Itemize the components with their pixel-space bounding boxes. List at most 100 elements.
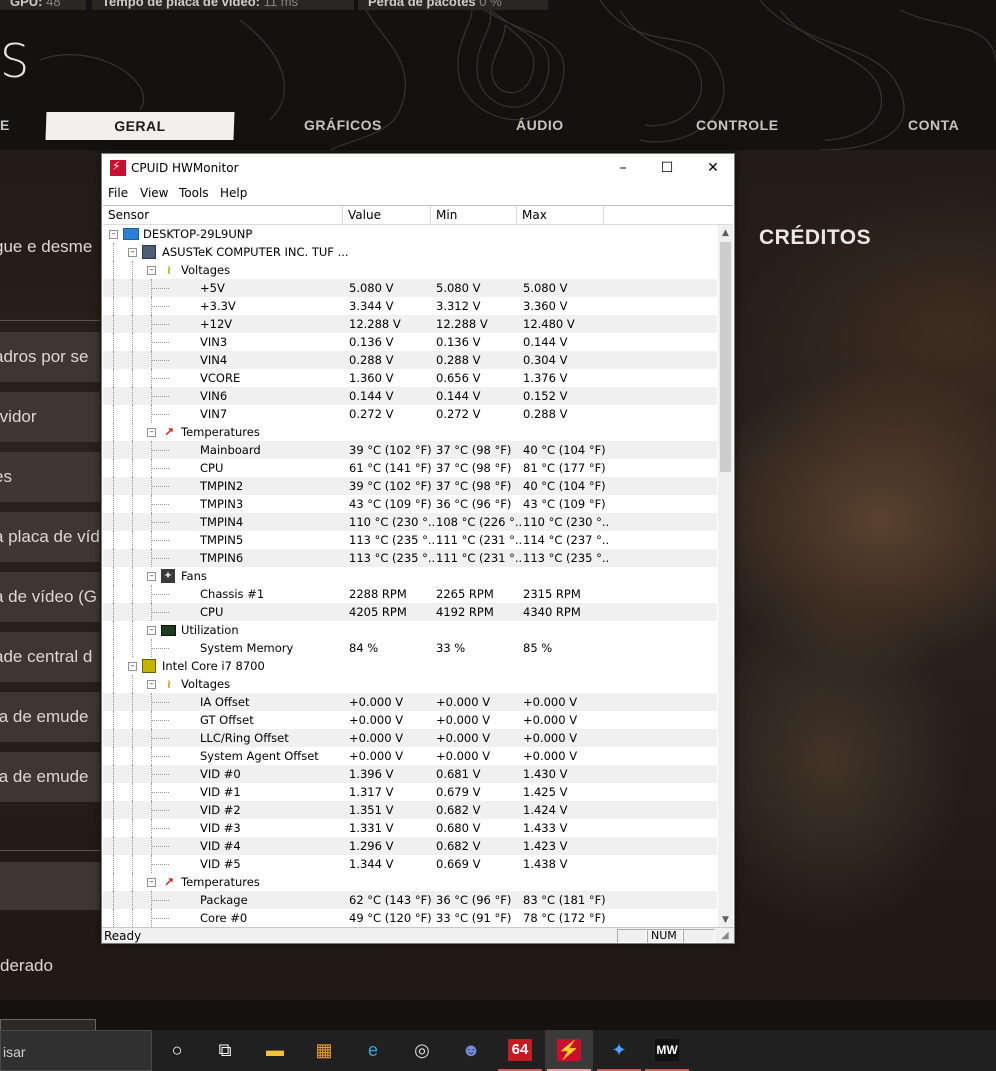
sensor-row[interactable]: TMPIN4 110 °C (230 °... 108 °C (226 °... 11… [103,513,717,531]
sidebar-item[interactable]: es [0,452,100,502]
column-sensor[interactable]: Sensor [103,206,343,224]
collapse-toggle-icon[interactable]: – [147,266,156,275]
menu-help[interactable]: Help [220,186,247,200]
sensor-row[interactable]: VID #4 1.296 V 0.682 V 1.423 V [103,837,717,855]
sensor-name: +12V [200,317,233,331]
taskbar-button[interactable]: ✦ [595,1030,643,1071]
close-button[interactable]: ✕ [690,154,736,183]
column-max[interactable]: Max [517,206,604,224]
sensor-row[interactable]: CPU 4205 RPM 4192 RPM 4340 RPM [103,603,717,621]
sensor-row[interactable]: GT Offset +0.000 V +0.000 V +0.000 V [103,711,717,729]
taskbar-button[interactable]: ▬ [251,1030,299,1071]
maximize-button[interactable]: ☐ [644,154,690,183]
collapse-toggle-icon[interactable]: – [147,626,156,635]
sidebar-item[interactable]: gue e desme [0,222,100,272]
hwmonitor-app-icon[interactable] [110,159,126,176]
tab-controle[interactable]: CONTROLE [696,117,779,133]
sensor-row[interactable]: +3.3V 3.344 V 3.312 V 3.360 V [103,297,717,315]
sensor-row[interactable]: System Agent Offset +0.000 V +0.000 V +0.00… [103,747,717,765]
sidebar-item[interactable]: rvidor [0,392,100,442]
menu-file[interactable]: File [108,186,128,200]
sensor-row[interactable]: VID #0 1.396 V 0.681 V 1.430 V [103,765,717,783]
sensor-row[interactable]: VIN3 0.136 V 0.136 V 0.144 V [103,333,717,351]
vertical-scrollbar[interactable]: ▲ ▼ [718,225,733,927]
sensor-row[interactable]: LLC/Ring Offset +0.000 V +0.000 V +0.000 V [103,729,717,747]
collapse-toggle-icon[interactable]: – [147,572,156,581]
sensor-row[interactable]: TMPIN2 39 °C (102 °F) 37 °C (98 °F) 40 °C (… [103,477,717,495]
sensor-row[interactable]: VIN4 0.288 V 0.288 V 0.304 V [103,351,717,369]
collapse-toggle-icon[interactable]: – [147,428,156,437]
sensor-row[interactable]: VID #1 1.317 V 0.679 V 1.425 V [103,783,717,801]
column-min[interactable]: Min [431,206,517,224]
taskbar-button[interactable]: ○ [153,1030,201,1071]
sidebar-item-blank[interactable] [0,862,100,910]
scroll-thumb[interactable] [720,242,731,472]
sensor-row[interactable]: VCORE 1.360 V 0.656 V 1.376 V [103,369,717,387]
sensor-row[interactable]: TMPIN3 43 °C (109 °F) 36 °C (96 °F) 43 °C (… [103,495,717,513]
taskbar-button[interactable]: ▦ [300,1030,348,1071]
sensor-row[interactable]: TMPIN6 113 °C (235 °... 111 °C (231 °... 11… [103,549,717,567]
sensor-row[interactable]: System Memory 84 % 33 % 85 % [103,639,717,657]
scroll-down-icon[interactable]: ▼ [718,912,733,927]
sensor-group-row[interactable]: – ↗ Temperatures [103,873,717,891]
sensor-row[interactable]: VIN6 0.144 V 0.144 V 0.152 V [103,387,717,405]
sensor-group-row[interactable]: – ✦ Fans [103,567,717,585]
tree-line [132,675,133,693]
sensor-row[interactable]: +12V 12.288 V 12.288 V 12.480 V [103,315,717,333]
collapse-toggle-icon[interactable]: – [147,680,156,689]
taskbar-button[interactable]: MW [643,1030,691,1071]
sensor-row[interactable]: Package 62 °C (143 °F) 36 °C (96 °F) 83 °C … [103,891,717,909]
sensor-row[interactable]: VID #2 1.351 V 0.682 V 1.424 V [103,801,717,819]
taskbar-button[interactable]: ⚡ [545,1030,593,1071]
tab-geral[interactable]: GERAL [45,112,235,140]
sensor-group-row[interactable]: – ↗ Temperatures [103,423,717,441]
collapse-toggle-icon[interactable]: – [128,662,137,671]
sensor-row[interactable]: Core #0 49 °C (120 °F) 33 °C (91 °F) 78 °C … [103,909,717,927]
tab-partial[interactable]: E [0,117,10,133]
sensor-row[interactable]: +5V 5.080 V 5.080 V 5.080 V [103,279,717,297]
sidebar-item[interactable]: a placa de víd [0,512,100,562]
sidebar-item-moderado[interactable]: derado [0,956,53,976]
resize-grip-icon[interactable]: ◢ [721,931,732,942]
sensor-row[interactable]: Mainboard 39 °C (102 °F) 37 °C (98 °F) 40 °… [103,441,717,459]
sidebar-item[interactable]: adros por se [0,332,100,382]
taskbar-search-box[interactable]: isar [0,1030,152,1071]
collapse-toggle-icon[interactable]: – [109,230,118,239]
taskbar-button[interactable]: ◎ [398,1030,446,1071]
taskbar-button[interactable]: ⧉ [201,1030,249,1071]
minimize-button[interactable]: – [600,154,646,183]
menu-view[interactable]: View [140,186,168,200]
sidebar-item[interactable]: a de vídeo (G [0,572,100,622]
tab-audio[interactable]: ÁUDIO [516,117,564,133]
sidebar-item[interactable]: ta de emude [0,692,100,742]
tab-graficos[interactable]: GRÁFICOS [304,117,382,133]
sensor-row[interactable]: VID #5 1.344 V 0.669 V 1.438 V [103,855,717,873]
taskbar-button[interactable]: e [349,1030,397,1071]
title-bar[interactable]: CPUID HWMonitor – ☐ ✕ [102,154,734,183]
sidebar-item[interactable]: ade central d [0,632,100,682]
device-row[interactable]: – Intel Core i7 8700 [103,657,717,675]
tree-line [113,495,114,513]
sensor-row[interactable]: Chassis #1 2288 RPM 2265 RPM 2315 RPM [103,585,717,603]
sensor-row[interactable]: VID #3 1.331 V 0.680 V 1.433 V [103,819,717,837]
taskbar-button[interactable]: 64 [496,1030,544,1071]
sensor-row[interactable]: CPU 61 °C (141 °F) 37 °C (98 °F) 81 °C (177… [103,459,717,477]
sensor-group-row[interactable]: – Utilization [103,621,717,639]
column-value[interactable]: Value [343,206,431,224]
sensor-row[interactable]: TMPIN5 113 °C (235 °... 111 °C (231 °... 11… [103,531,717,549]
tab-conta[interactable]: CONTA [908,117,959,133]
credits-heading[interactable]: CRÉDITOS [759,226,871,250]
device-row[interactable]: – ASUSTeK COMPUTER INC. TUF ... [103,243,717,261]
sensor-row[interactable]: VIN7 0.272 V 0.272 V 0.288 V [103,405,717,423]
sidebar-item[interactable]: ta de emude [0,752,100,802]
sensor-group-row[interactable]: – ≀ Voltages [103,675,717,693]
sensor-row[interactable]: IA Offset +0.000 V +0.000 V +0.000 V [103,693,717,711]
device-row[interactable]: – DESKTOP-29L9UNP [103,225,717,243]
collapse-toggle-icon[interactable]: – [147,878,156,887]
menu-tools[interactable]: Tools [179,186,209,200]
scroll-up-icon[interactable]: ▲ [718,225,733,241]
taskbar-button[interactable]: ☻ [447,1030,495,1071]
sensor-group-row[interactable]: – ≀ Voltages [103,261,717,279]
footer-button[interactable] [0,1019,96,1030]
collapse-toggle-icon[interactable]: – [128,248,137,257]
